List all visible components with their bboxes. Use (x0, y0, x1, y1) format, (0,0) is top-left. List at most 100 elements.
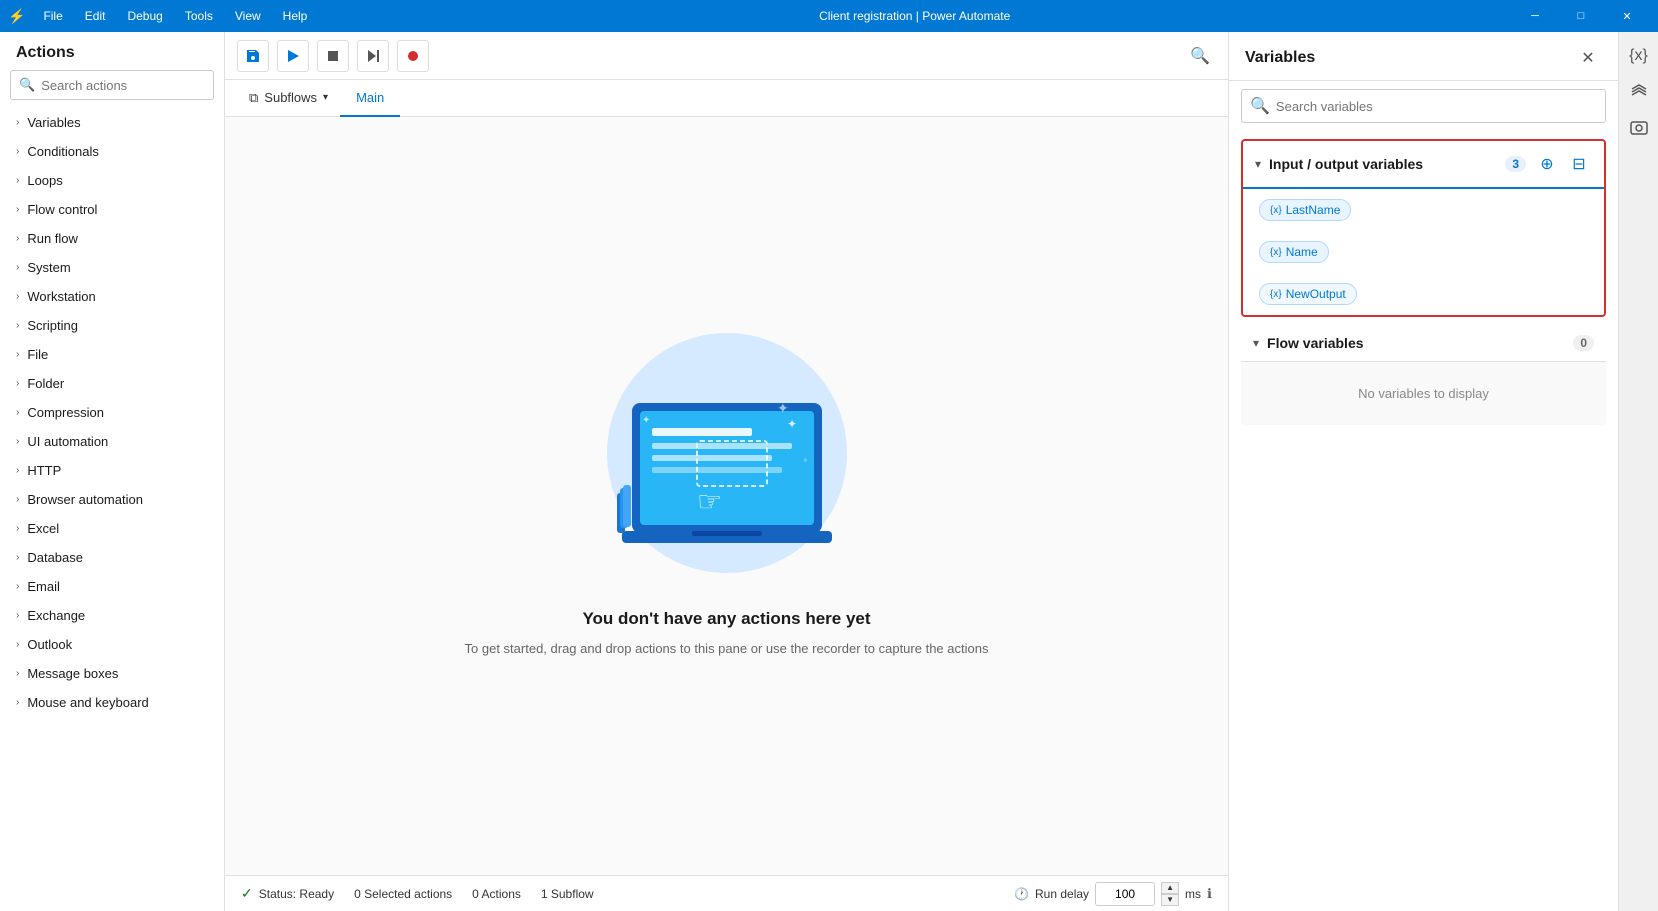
svg-text:☞: ☞ (697, 486, 722, 517)
action-item-excel[interactable]: › Excel (0, 514, 224, 543)
action-label: HTTP (27, 463, 61, 478)
variables-search-box[interactable]: 🔍 (1241, 89, 1606, 123)
chevron-right-icon: › (16, 697, 19, 708)
tab-main[interactable]: Main (340, 80, 400, 117)
search-variables-input[interactable] (1276, 99, 1597, 114)
action-label: Variables (27, 115, 80, 130)
svg-text:✦: ✦ (642, 415, 650, 426)
chevron-right-icon: › (16, 146, 19, 157)
action-item-compression[interactable]: › Compression (0, 398, 224, 427)
run-delay-label: Run delay (1035, 887, 1089, 901)
toolbar: 🔍 (225, 32, 1228, 80)
action-item-exchange[interactable]: › Exchange (0, 601, 224, 630)
action-item-http[interactable]: › HTTP (0, 456, 224, 485)
action-label: System (27, 260, 70, 275)
info-icon[interactable]: ℹ (1207, 886, 1212, 902)
app-icon: ⚡ (8, 8, 25, 25)
minimize-button[interactable]: ─ (1512, 0, 1558, 32)
action-label: Workstation (27, 289, 95, 304)
variable-icon: {x} (1270, 205, 1282, 216)
add-variable-button[interactable]: ⊕ (1534, 151, 1560, 177)
run-delay-unit: ms (1185, 887, 1201, 901)
search-button[interactable]: 🔍 (1184, 40, 1216, 72)
action-item-email[interactable]: › Email (0, 572, 224, 601)
run-button[interactable] (277, 40, 309, 72)
flow-variables-empty: No variables to display (1241, 362, 1606, 425)
input-output-section-header[interactable]: ▾ Input / output variables 3 ⊕ ⊟ (1243, 141, 1604, 189)
next-step-button[interactable] (357, 40, 389, 72)
stop-button[interactable] (317, 40, 349, 72)
action-label: Database (27, 550, 83, 565)
image-icon-button[interactable] (1623, 112, 1655, 144)
action-label: Folder (27, 376, 64, 391)
action-label: Run flow (27, 231, 78, 246)
run-delay-input[interactable] (1095, 882, 1155, 906)
record-button[interactable] (397, 40, 429, 72)
action-item-file[interactable]: › File (0, 340, 224, 369)
variable-name: Name (1286, 245, 1318, 259)
action-item-message-boxes[interactable]: › Message boxes (0, 659, 224, 688)
menu-file[interactable]: File (33, 5, 72, 27)
save-button[interactable] (237, 40, 269, 72)
search-actions-input[interactable] (41, 78, 205, 93)
chevron-right-icon: › (16, 175, 19, 186)
variables-icon-button[interactable]: {x} (1623, 40, 1655, 72)
chevron-down-icon: ▾ (1253, 336, 1259, 350)
filter-button[interactable]: ⊟ (1566, 151, 1592, 177)
action-item-mouse-keyboard[interactable]: › Mouse and keyboard (0, 688, 224, 717)
action-label: Excel (27, 521, 59, 536)
action-item-workstation[interactable]: › Workstation (0, 282, 224, 311)
action-label: File (27, 347, 48, 362)
input-output-title: Input / output variables (1269, 156, 1497, 172)
variable-lastname: {x} LastName (1243, 189, 1604, 231)
action-item-system[interactable]: › System (0, 253, 224, 282)
action-label: Message boxes (27, 666, 118, 681)
menu-view[interactable]: View (225, 5, 271, 27)
action-item-run-flow[interactable]: › Run flow (0, 224, 224, 253)
empty-state-title: You don't have any actions here yet (465, 609, 989, 629)
menu-tools[interactable]: Tools (175, 5, 223, 27)
action-item-variables[interactable]: › Variables (0, 108, 224, 137)
menu-edit[interactable]: Edit (75, 5, 116, 27)
action-item-database[interactable]: › Database (0, 543, 224, 572)
flow-variables-header[interactable]: ▾ Flow variables 0 (1241, 325, 1606, 362)
variable-badge-name[interactable]: {x} Name (1259, 241, 1329, 263)
stepper-down-button[interactable]: ▼ (1161, 894, 1179, 906)
action-item-folder[interactable]: › Folder (0, 369, 224, 398)
variable-badge-lastname[interactable]: {x} LastName (1259, 199, 1351, 221)
action-item-conditionals[interactable]: › Conditionals (0, 137, 224, 166)
maximize-button[interactable]: □ (1558, 0, 1604, 32)
selected-actions-count: 0 Selected actions (354, 887, 452, 901)
var-section-actions: ⊕ ⊟ (1534, 151, 1592, 177)
menu-debug[interactable]: Debug (117, 5, 172, 27)
search-actions-box[interactable]: 🔍 (10, 70, 214, 100)
empty-state: You don't have any actions here yet To g… (465, 609, 989, 659)
chevron-right-icon: › (16, 436, 19, 447)
chevron-right-icon: › (16, 291, 19, 302)
variable-badge-newoutput[interactable]: {x} NewOutput (1259, 283, 1357, 305)
tab-subflows[interactable]: ⧉ Subflows ▾ (237, 80, 340, 117)
layers-icon-button[interactable] (1623, 76, 1655, 108)
stepper-up-button[interactable]: ▲ (1161, 882, 1179, 894)
chevron-right-icon: › (16, 349, 19, 360)
action-item-outlook[interactable]: › Outlook (0, 630, 224, 659)
action-label: Compression (27, 405, 104, 420)
action-label: Conditionals (27, 144, 99, 159)
close-button[interactable]: ✕ (1604, 0, 1650, 32)
action-item-scripting[interactable]: › Scripting (0, 311, 224, 340)
actions-list: › Variables › Conditionals › Loops › Flo… (0, 108, 224, 911)
action-item-browser-automation[interactable]: › Browser automation (0, 485, 224, 514)
variables-close-button[interactable]: ✕ (1574, 44, 1602, 72)
subflows-icon: ⧉ (249, 90, 258, 106)
action-item-ui-automation[interactable]: › UI automation (0, 427, 224, 456)
variables-header: Variables ✕ (1229, 32, 1618, 81)
action-item-loops[interactable]: › Loops (0, 166, 224, 195)
action-label: Flow control (27, 202, 97, 217)
variables-panel: Variables ✕ 🔍 ▾ Input / output variables… (1228, 32, 1618, 911)
variable-icon: {x} (1270, 247, 1282, 258)
statusbar: ✓ Status: Ready 0 Selected actions 0 Act… (225, 875, 1228, 911)
menu-help[interactable]: Help (273, 5, 318, 27)
chevron-right-icon: › (16, 494, 19, 505)
chevron-down-icon: ▾ (323, 92, 328, 103)
action-item-flow-control[interactable]: › Flow control (0, 195, 224, 224)
